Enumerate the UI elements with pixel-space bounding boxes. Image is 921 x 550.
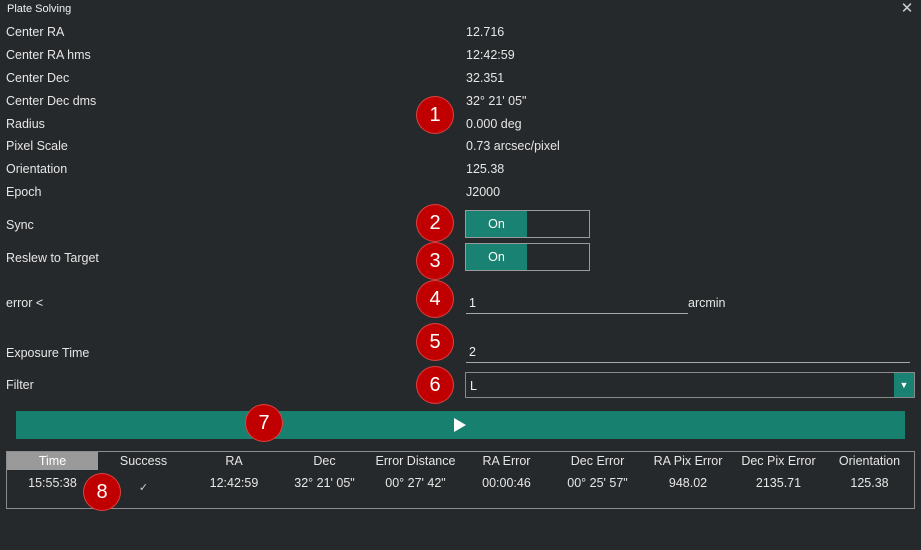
reslew-toggle[interactable]: On <box>465 243 590 271</box>
title-bar: Plate Solving ✕ <box>0 0 921 20</box>
cell-ra-error: 00:00:46 <box>482 476 531 490</box>
sync-label: Sync <box>6 218 34 232</box>
center-ra-value: 12.716 <box>466 25 505 39</box>
orientation-value: 125.38 <box>466 162 505 176</box>
sync-toggle-state: On <box>466 211 527 237</box>
reslew-toggle-state: On <box>466 244 527 270</box>
exposure-time-input[interactable] <box>466 342 910 363</box>
column-header-orientation[interactable]: Orientation <box>824 452 915 470</box>
column-header-ra[interactable]: RA <box>189 452 279 470</box>
annotation-badge-2: 2 <box>417 205 453 241</box>
cell-dec: 32° 21' 05" <box>294 476 355 490</box>
filter-selected-value: L <box>470 379 477 393</box>
radius-value: 0.000 deg <box>466 117 522 131</box>
annotation-badge-3: 3 <box>417 243 453 279</box>
window-title: Plate Solving <box>7 3 72 15</box>
reslew-label: Reslew to Target <box>6 251 99 265</box>
center-dec-label: Center Dec <box>6 71 70 85</box>
epoch-label: Epoch <box>6 185 42 199</box>
filter-label: Filter <box>6 378 34 392</box>
annotation-badge-7: 7 <box>246 405 282 441</box>
sync-toggle[interactable]: On <box>465 210 590 238</box>
cell-dec-pix-error: 2135.71 <box>755 476 802 490</box>
filter-select[interactable]: L ▼ <box>465 372 915 398</box>
results-table: Time Success RA Dec Error Distance RA Er… <box>6 451 915 509</box>
center-dec-dms-value: 32° 21' 05" <box>466 94 527 108</box>
error-threshold-input[interactable] <box>466 293 688 314</box>
center-dec-value: 32.351 <box>466 71 505 85</box>
pixel-scale-label: Pixel Scale <box>6 139 68 153</box>
column-header-dec-error[interactable]: Dec Error <box>552 452 643 470</box>
annotation-badge-5: 5 <box>417 324 453 360</box>
center-ra-label: Center RA <box>6 25 65 39</box>
annotation-badge-6: 6 <box>417 367 453 403</box>
cell-ra-pix-error: 948.02 <box>668 476 708 490</box>
cell-orientation: 125.38 <box>850 476 889 490</box>
annotation-badge-8: 8 <box>84 474 120 510</box>
center-ra-hms-value: 12:42:59 <box>466 48 515 62</box>
column-header-ra-pix-error[interactable]: RA Pix Error <box>643 452 733 470</box>
column-header-error-distance[interactable]: Error Distance <box>370 452 461 470</box>
error-threshold-label: error < <box>6 296 44 310</box>
solve-start-button[interactable] <box>16 411 905 439</box>
radius-label: Radius <box>6 117 45 131</box>
column-header-time[interactable]: Time <box>7 452 98 470</box>
column-header-dec-pix-error[interactable]: Dec Pix Error <box>733 452 824 470</box>
epoch-value: J2000 <box>466 185 501 199</box>
chevron-down-icon[interactable]: ▼ <box>894 373 914 397</box>
annotation-badge-1: 1 <box>417 97 453 133</box>
cell-ra: 12:42:59 <box>209 476 259 490</box>
play-icon <box>454 418 466 432</box>
error-threshold-unit: arcmin <box>688 296 726 310</box>
center-ra-hms-label: Center RA hms <box>6 48 91 62</box>
annotation-badge-4: 4 <box>417 281 453 317</box>
close-icon[interactable]: ✕ <box>899 1 915 17</box>
cell-error-distance: 00° 27' 42" <box>385 476 446 490</box>
exposure-time-label: Exposure Time <box>6 346 90 360</box>
column-header-dec[interactable]: Dec <box>279 452 370 470</box>
column-header-ra-error[interactable]: RA Error <box>461 452 552 470</box>
center-dec-dms-label: Center Dec dms <box>6 94 97 108</box>
cell-dec-error: 00° 25' 57" <box>567 476 628 490</box>
orientation-label: Orientation <box>6 162 68 176</box>
column-header-success[interactable]: Success <box>98 452 189 470</box>
pixel-scale-value: 0.73 arcsec/pixel <box>466 139 560 153</box>
